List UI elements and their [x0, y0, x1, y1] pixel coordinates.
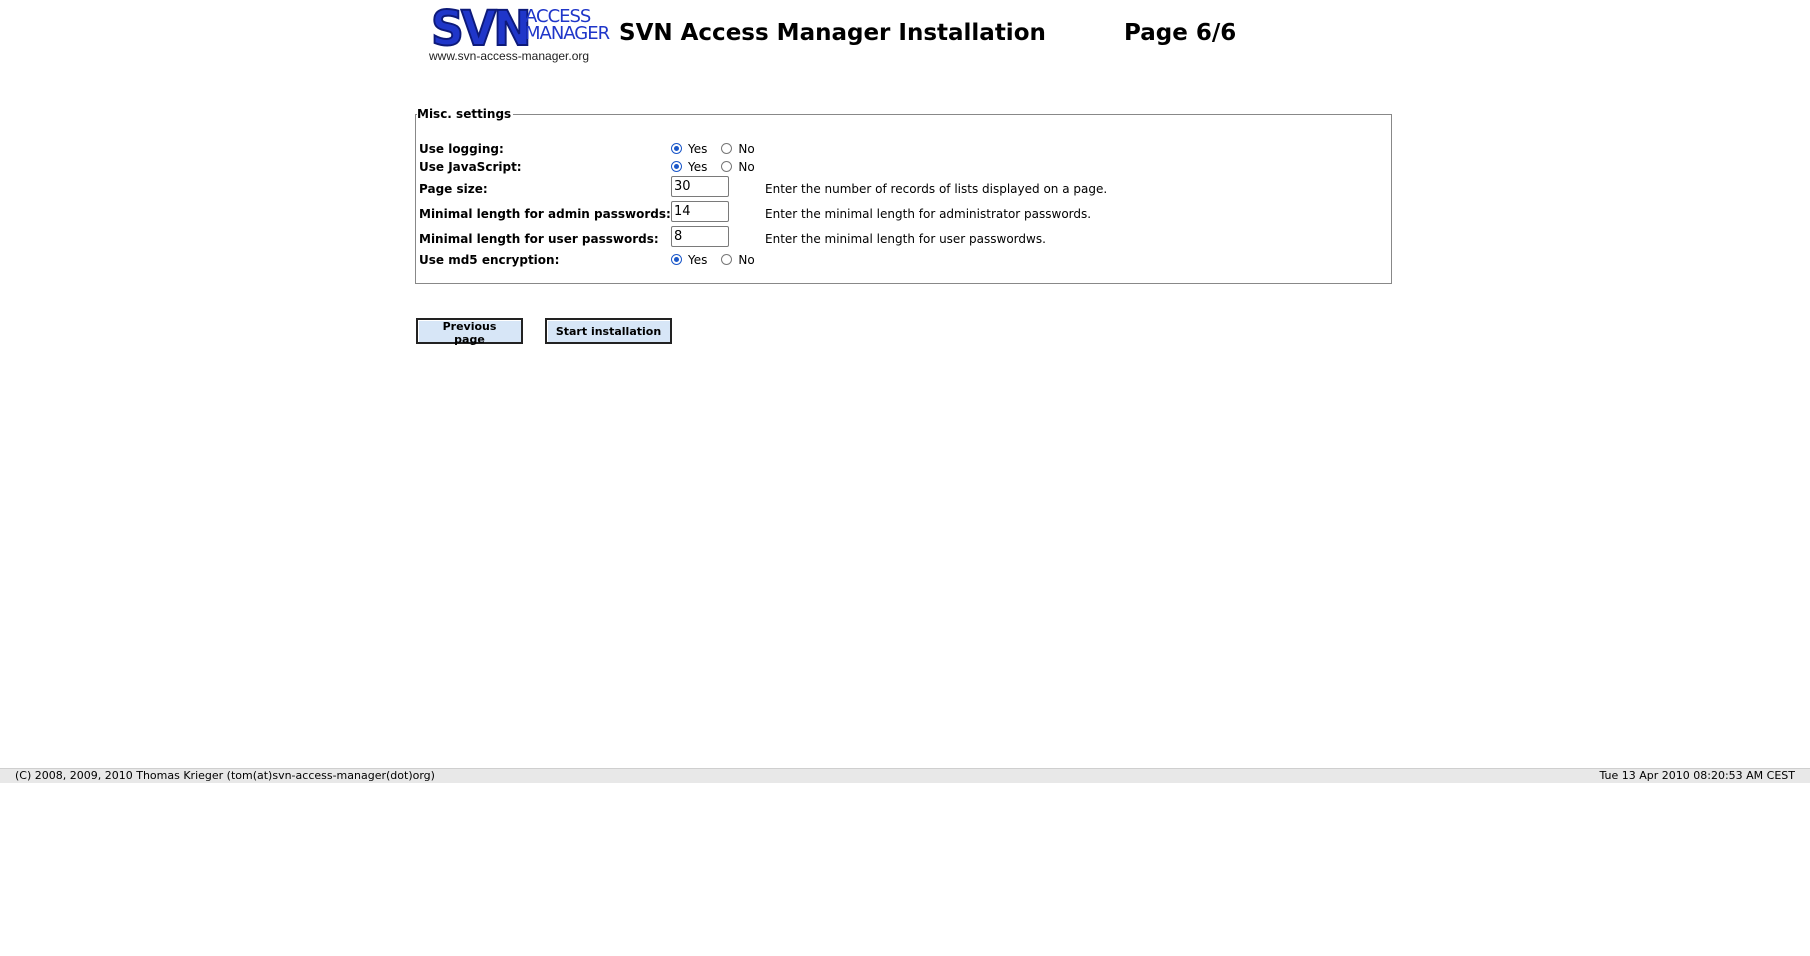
admin-password-length-input[interactable]	[671, 201, 729, 222]
start-installation-button[interactable]: Start installation	[545, 318, 672, 344]
use-md5-no-radio[interactable]	[721, 254, 733, 265]
user-password-length-help: Enter the minimal length for user passwo…	[765, 232, 1046, 246]
use-javascript-no-label: No	[738, 159, 755, 174]
use-javascript-no-radio[interactable]	[721, 161, 733, 172]
use-logging-no-label: No	[738, 141, 755, 156]
use-javascript-options: Yes No	[671, 159, 769, 174]
use-javascript-yes-label: Yes	[688, 159, 708, 174]
fieldset-legend: Misc. settings	[417, 107, 514, 121]
logo-manager-word: MANAGER	[525, 23, 610, 44]
use-javascript-yes-radio[interactable]	[671, 161, 682, 172]
row-admin-password-length: Minimal length for admin passwords: Ente…	[419, 201, 1379, 228]
page-indicator: Page 6/6	[1124, 20, 1237, 46]
logo-svn-text: SVN	[430, 1, 532, 57]
admin-password-length-label: Minimal length for admin passwords:	[419, 207, 671, 221]
misc-settings-fieldset: Misc. settings Use logging: Yes No Use Ja…	[415, 107, 1392, 284]
svn-access-manager-logo: SVN ACCESS MANAGER www.svn-access-manage…	[429, 1, 610, 68]
footer: (C) 2008, 2009, 2010 Thomas Krieger (tom…	[0, 768, 1810, 783]
use-md5-options: Yes No	[671, 252, 769, 267]
use-logging-options: Yes No	[671, 141, 769, 156]
page-size-input[interactable]	[671, 176, 729, 197]
user-password-length-label: Minimal length for user passwords:	[419, 232, 659, 246]
row-use-javascript: Use JavaScript: Yes No	[419, 159, 1379, 181]
row-page-size: Page size: Enter the number of records o…	[419, 176, 1379, 203]
page-title: SVN Access Manager Installation	[619, 20, 1046, 46]
header: SVN ACCESS MANAGER www.svn-access-manage…	[429, 1, 1309, 68]
use-logging-yes-label: Yes	[688, 141, 708, 156]
admin-password-length-help: Enter the minimal length for administrat…	[765, 207, 1092, 221]
installer-page: SVN ACCESS MANAGER www.svn-access-manage…	[0, 0, 1810, 956]
use-logging-label: Use logging:	[419, 142, 504, 156]
footer-timestamp: Tue 13 Apr 2010 08:20:53 AM CEST	[1599, 769, 1795, 782]
use-md5-yes-label: Yes	[688, 252, 708, 267]
row-use-md5: Use md5 encryption: Yes No	[419, 252, 1379, 274]
use-logging-yes-radio[interactable]	[671, 143, 682, 154]
use-logging-no-radio[interactable]	[721, 143, 733, 154]
use-md5-label: Use md5 encryption:	[419, 253, 560, 267]
footer-copyright: (C) 2008, 2009, 2010 Thomas Krieger (tom…	[15, 769, 435, 782]
page-size-label: Page size:	[419, 182, 488, 196]
row-user-password-length: Minimal length for user passwords: Enter…	[419, 226, 1379, 253]
logo-access-manager-text: ACCESS MANAGER	[525, 8, 610, 44]
use-md5-no-label: No	[738, 252, 755, 267]
previous-page-button[interactable]: Previous page	[416, 318, 523, 346]
use-javascript-label: Use JavaScript:	[419, 160, 522, 174]
logo-url: www.svn-access-manager.org	[429, 49, 590, 63]
user-password-length-input[interactable]	[671, 226, 729, 247]
page-size-help: Enter the number of records of lists dis…	[765, 182, 1108, 196]
use-md5-yes-radio[interactable]	[671, 254, 682, 265]
